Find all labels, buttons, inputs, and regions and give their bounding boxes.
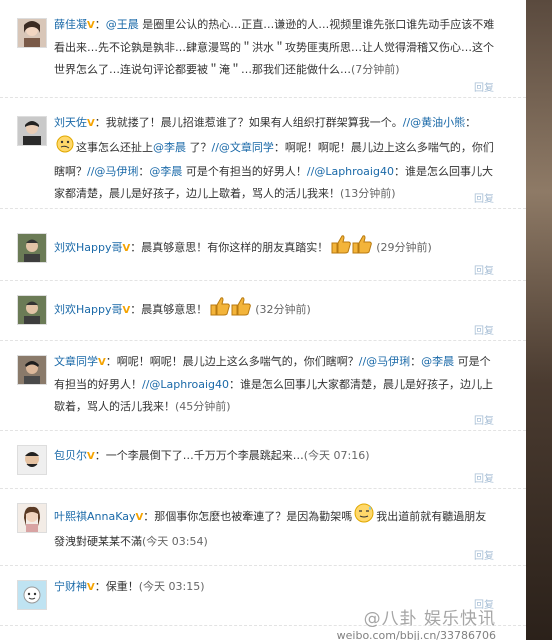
background-photo-edge	[526, 0, 552, 640]
verified-v-icon: V	[87, 20, 95, 31]
comment-text: 刘天佐V：我就搂了！晨儿招谁惹谁了？如果有人组织打群架算我一个。//@黄油小熊：…	[54, 116, 494, 200]
comment-panel: 薛佳凝V：@王晨 是圈里公认的热心…正直…谦逊的人…视频里谁先张口谁先动手应该不…	[0, 0, 527, 640]
reply-link[interactable]: 回复	[474, 79, 494, 94]
verified-v-icon: V	[87, 118, 95, 129]
comment-username[interactable]: 文章同学	[54, 355, 98, 368]
verified-v-icon: V	[87, 451, 95, 462]
comment-timestamp: (今天 07:16)	[303, 449, 370, 462]
mention-link[interactable]: @王晨	[106, 18, 139, 31]
comment-username[interactable]: 刘天佐	[54, 116, 87, 129]
reply-link[interactable]: 回复	[474, 262, 494, 277]
avatar[interactable]	[17, 295, 47, 325]
comment-text: 刘欢Happy哥V：晨真够意思！ (32分钟前)	[54, 295, 496, 325]
sweat-face-emoji-icon	[354, 503, 374, 531]
comment-username[interactable]: 刘欢Happy哥	[54, 241, 123, 254]
comment-item: 包贝尔V：一个李晨倒下了…千万万个李晨跳起来…(今天 07:16) 回复	[0, 431, 526, 489]
mention-link[interactable]: //@马伊琍	[359, 355, 410, 368]
comment-text: 文章同学V：啊呢！啊呢！晨儿边上这么多喘气的，你们瞎啊？//@马伊琍：@李晨 可…	[54, 355, 494, 413]
comment-text: 叶熙祺AnnaKayV：那個事你怎麼也被牽連了？是因為勸架嗎 我出道前就有聽過朋友…	[54, 503, 496, 553]
comment-text: 包贝尔V：一个李晨倒下了…千万万个李晨跳起来…(今天 07:16)	[54, 449, 370, 462]
comment-timestamp: (29分钟前)	[376, 241, 432, 254]
comment-item: 叶熙祺AnnaKayV：那個事你怎麼也被牽連了？是因為勸架嗎 我出道前就有聽過朋友…	[0, 489, 526, 566]
comment-username[interactable]: 宁财神	[54, 580, 87, 593]
comment-timestamp: (45分钟前)	[175, 400, 231, 413]
reply-link[interactable]: 回复	[474, 190, 494, 205]
avatar[interactable]	[17, 116, 47, 146]
comment-username[interactable]: 刘欢Happy哥	[54, 303, 123, 316]
comment-item: 薛佳凝V：@王晨 是圈里公认的热心…正直…谦逊的人…视频里谁先张口谁先动手应该不…	[0, 0, 526, 98]
comment-item: 文章同学V：啊呢！啊呢！晨儿边上这么多喘气的，你们瞎啊？//@马伊琍：@李晨 可…	[0, 341, 526, 431]
comment-username[interactable]: 薛佳凝	[54, 18, 87, 31]
comment-item: 刘欢Happy哥V：晨真够意思！有你这样的朋友真踏实！ (29分钟前) 回复	[0, 209, 526, 281]
avatar[interactable]	[17, 503, 47, 533]
reply-link[interactable]: 回复	[474, 322, 494, 337]
comment-item: 刘欢Happy哥V：晨真够意思！ (32分钟前) 回复	[0, 281, 526, 341]
comment-username[interactable]: 包贝尔	[54, 449, 87, 462]
comment-username[interactable]: 叶熙祺AnnaKay	[54, 510, 135, 523]
mention-link[interactable]: //@Laphroaig40	[307, 165, 394, 178]
mention-link[interactable]: //@马伊琍	[87, 165, 138, 178]
mention-link[interactable]: @李晨	[153, 141, 186, 154]
comment-text: 薛佳凝V：@王晨 是圈里公认的热心…正直…谦逊的人…视频里谁先张口谁先动手应该不…	[54, 18, 495, 76]
comment-timestamp: (今天 03:54)	[142, 535, 208, 548]
comment-text: 刘欢Happy哥V：晨真够意思！有你这样的朋友真踏实！ (29分钟前)	[54, 233, 496, 263]
reply-link[interactable]: 回复	[474, 412, 494, 427]
mention-link[interactable]: //@Laphroaig40	[142, 378, 229, 391]
avatar[interactable]	[17, 18, 47, 48]
mention-link[interactable]: //@文章同学	[212, 141, 274, 154]
comment-timestamp: (32分钟前)	[255, 303, 311, 316]
reply-link[interactable]: 回复	[474, 470, 494, 485]
avatar[interactable]	[17, 580, 47, 610]
verified-v-icon: V	[87, 582, 95, 593]
comment-item: 刘天佐V：我就搂了！晨儿招谁惹谁了？如果有人组织打群架算我一个。//@黄油小熊：…	[0, 98, 526, 209]
avatar[interactable]	[17, 445, 47, 475]
thumbs-up-emoji-icon	[330, 233, 374, 263]
mention-link[interactable]: @李晨	[421, 355, 454, 368]
watermark-brand: @八卦 娱乐快讯	[363, 609, 496, 629]
avatar[interactable]	[17, 355, 47, 385]
reply-link[interactable]: 回复	[474, 547, 494, 562]
avatar[interactable]	[17, 233, 47, 263]
verified-v-icon: V	[98, 357, 106, 368]
confused-face-emoji-icon	[56, 135, 74, 161]
thumbs-up-emoji-icon	[209, 295, 253, 325]
watermark-url: weibo.com/bbjj.cn/33786706	[336, 629, 496, 640]
comment-timestamp: (7分钟前)	[351, 63, 400, 76]
mention-link[interactable]: @李晨	[149, 165, 182, 178]
weibo-watermark: @八卦 娱乐快讯 weibo.com/bbjj.cn/33786706	[246, 604, 496, 640]
mention-link[interactable]: //@黄油小熊	[403, 116, 465, 129]
comment-timestamp: (13分钟前)	[340, 187, 396, 200]
comment-text: 宁财神V：保重！(今天 03:15)	[54, 580, 205, 593]
comment-timestamp: (今天 03:15)	[138, 580, 205, 593]
